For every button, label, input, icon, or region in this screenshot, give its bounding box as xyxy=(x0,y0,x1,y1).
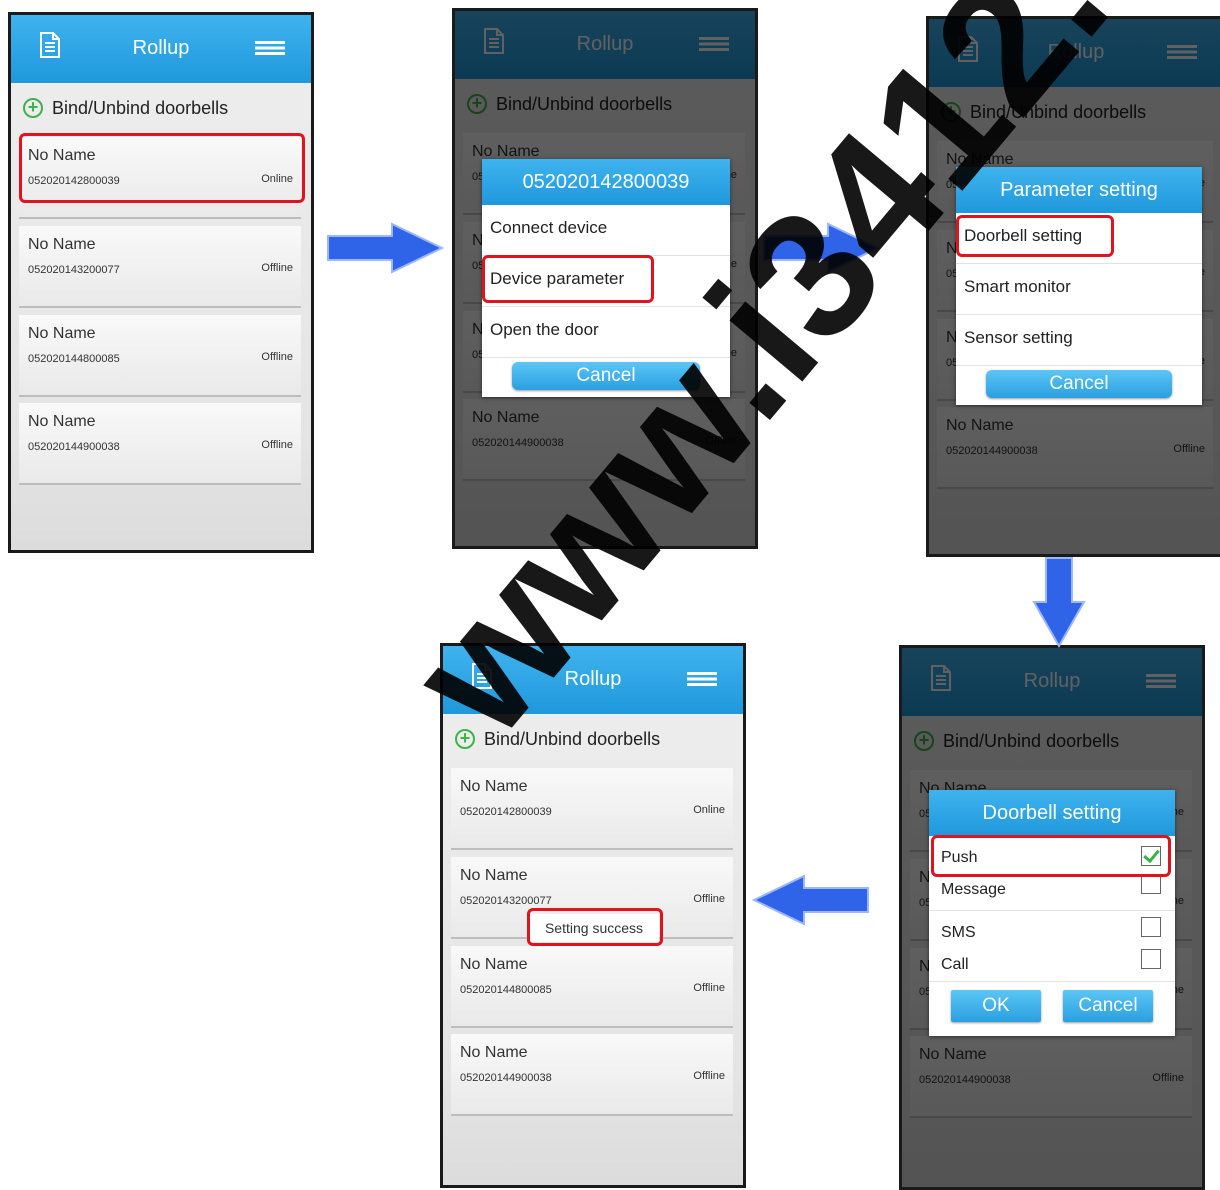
device-status: Offline xyxy=(693,982,725,994)
device-status: Offline xyxy=(261,262,293,274)
doorbell-setting-dialog: Doorbell setting Push Message SMS Call O… xyxy=(929,790,1175,1036)
screen-background: Rollup + Bind/Unbind doorbells No Name 0… xyxy=(455,11,755,546)
sms-checkbox[interactable] xyxy=(1141,917,1161,937)
dialog-title: Doorbell setting xyxy=(929,790,1175,836)
device-name: No Name xyxy=(28,325,96,342)
cancel-button[interactable]: Cancel xyxy=(986,370,1172,398)
call-label: Call xyxy=(941,956,969,973)
device-name: No Name xyxy=(460,956,528,973)
plus-icon: + xyxy=(23,98,43,118)
sms-label: SMS xyxy=(941,924,976,941)
device-status: Online xyxy=(693,804,725,816)
device-serial: 052020144800085 xyxy=(460,984,552,996)
screen-background: Rollup + Bind/Unbind doorbells No Name 0… xyxy=(929,19,1220,554)
open-door-option[interactable]: Open the door xyxy=(482,307,730,358)
device-serial: 052020144800085 xyxy=(28,353,120,365)
ok-button[interactable]: OK xyxy=(951,990,1041,1022)
highlight-box xyxy=(527,908,663,946)
device-status: Offline xyxy=(693,893,725,905)
device-name: No Name xyxy=(28,236,96,253)
sms-option[interactable]: SMS xyxy=(929,911,1175,943)
device-serial: 052020144900038 xyxy=(28,441,120,453)
device-list-item[interactable]: No Name 052020144800085 Offline xyxy=(451,946,733,1028)
device-list-item[interactable]: No Name 052020143200077 Offline xyxy=(19,226,301,308)
device-list-item[interactable]: No Name 052020144900038 Offline xyxy=(19,403,301,485)
menu-icon[interactable] xyxy=(255,41,285,55)
device-status: Offline xyxy=(693,1070,725,1082)
device-status: Offline xyxy=(261,351,293,363)
app-header: Rollup xyxy=(11,15,311,83)
bind-doorbells-button[interactable]: + Bind/Unbind doorbells xyxy=(455,726,660,752)
device-name: No Name xyxy=(460,778,528,795)
device-serial: 052020144900038 xyxy=(460,1072,552,1084)
screen-background: Rollup + Bind/Unbind doorbells No Name 0… xyxy=(11,15,311,550)
parameter-setting-dialog: Parameter setting Doorbell setting Smart… xyxy=(956,167,1202,405)
highlight-box xyxy=(956,215,1114,257)
device-list-item[interactable]: No Name 052020142800039 Online xyxy=(451,768,733,850)
dialog-title: 052020142800039 xyxy=(482,159,730,205)
app-header: Rollup xyxy=(443,646,743,714)
cancel-button[interactable]: Cancel xyxy=(1063,990,1153,1022)
arrow-down-icon xyxy=(1032,557,1086,648)
device-status: Offline xyxy=(261,439,293,451)
phone-screen-doorbell-setting: Rollup + Bind/Unbind doorbells No Name 0… xyxy=(899,645,1205,1190)
message-label: Message xyxy=(941,881,1006,898)
dialog-title: Parameter setting xyxy=(956,167,1202,213)
phone-screen-device-menu: Rollup + Bind/Unbind doorbells No Name 0… xyxy=(452,8,758,549)
call-checkbox[interactable] xyxy=(1141,949,1161,969)
highlight-box xyxy=(19,133,305,203)
phone-screen-parameter-setting: Rollup + Bind/Unbind doorbells No Name 0… xyxy=(926,16,1220,557)
bind-doorbells-label: Bind/Unbind doorbells xyxy=(484,728,661,749)
plus-icon: + xyxy=(455,729,475,749)
device-serial: 052020143200077 xyxy=(460,895,552,907)
phone-screen-setting-success: Rollup + Bind/Unbind doorbells No Name 0… xyxy=(440,643,746,1188)
device-name: No Name xyxy=(460,867,528,884)
device-list-item[interactable]: No Name 052020144900038 Offline xyxy=(451,1034,733,1116)
phone-screen-device-list: Rollup + Bind/Unbind doorbells No Name 0… xyxy=(8,12,314,553)
cancel-button[interactable]: Cancel xyxy=(512,362,700,390)
highlight-box xyxy=(931,835,1171,877)
screen-background: Rollup + Bind/Unbind doorbells No Name 0… xyxy=(902,648,1202,1187)
device-name: No Name xyxy=(460,1044,528,1061)
highlight-box xyxy=(482,255,654,303)
message-checkbox[interactable] xyxy=(1141,874,1161,894)
arrow-left-icon xyxy=(752,874,869,926)
call-option[interactable]: Call xyxy=(929,943,1175,982)
bind-doorbells-button[interactable]: + Bind/Unbind doorbells xyxy=(23,95,228,121)
device-serial: 052020142800039 xyxy=(460,806,552,818)
bind-doorbells-label: Bind/Unbind doorbells xyxy=(52,97,229,118)
arrow-right-icon xyxy=(327,222,444,274)
device-serial: 052020143200077 xyxy=(28,264,120,276)
device-list-item[interactable]: No Name 052020144800085 Offline xyxy=(19,315,301,397)
screen-background: Rollup + Bind/Unbind doorbells No Name 0… xyxy=(443,646,743,1185)
sensor-setting-option[interactable]: Sensor setting xyxy=(956,315,1202,366)
arrow-right-icon xyxy=(763,222,880,274)
smart-monitor-option[interactable]: Smart monitor xyxy=(956,264,1202,315)
device-name: No Name xyxy=(28,413,96,430)
menu-icon[interactable] xyxy=(687,672,717,686)
connect-device-option[interactable]: Connect device xyxy=(482,205,730,256)
